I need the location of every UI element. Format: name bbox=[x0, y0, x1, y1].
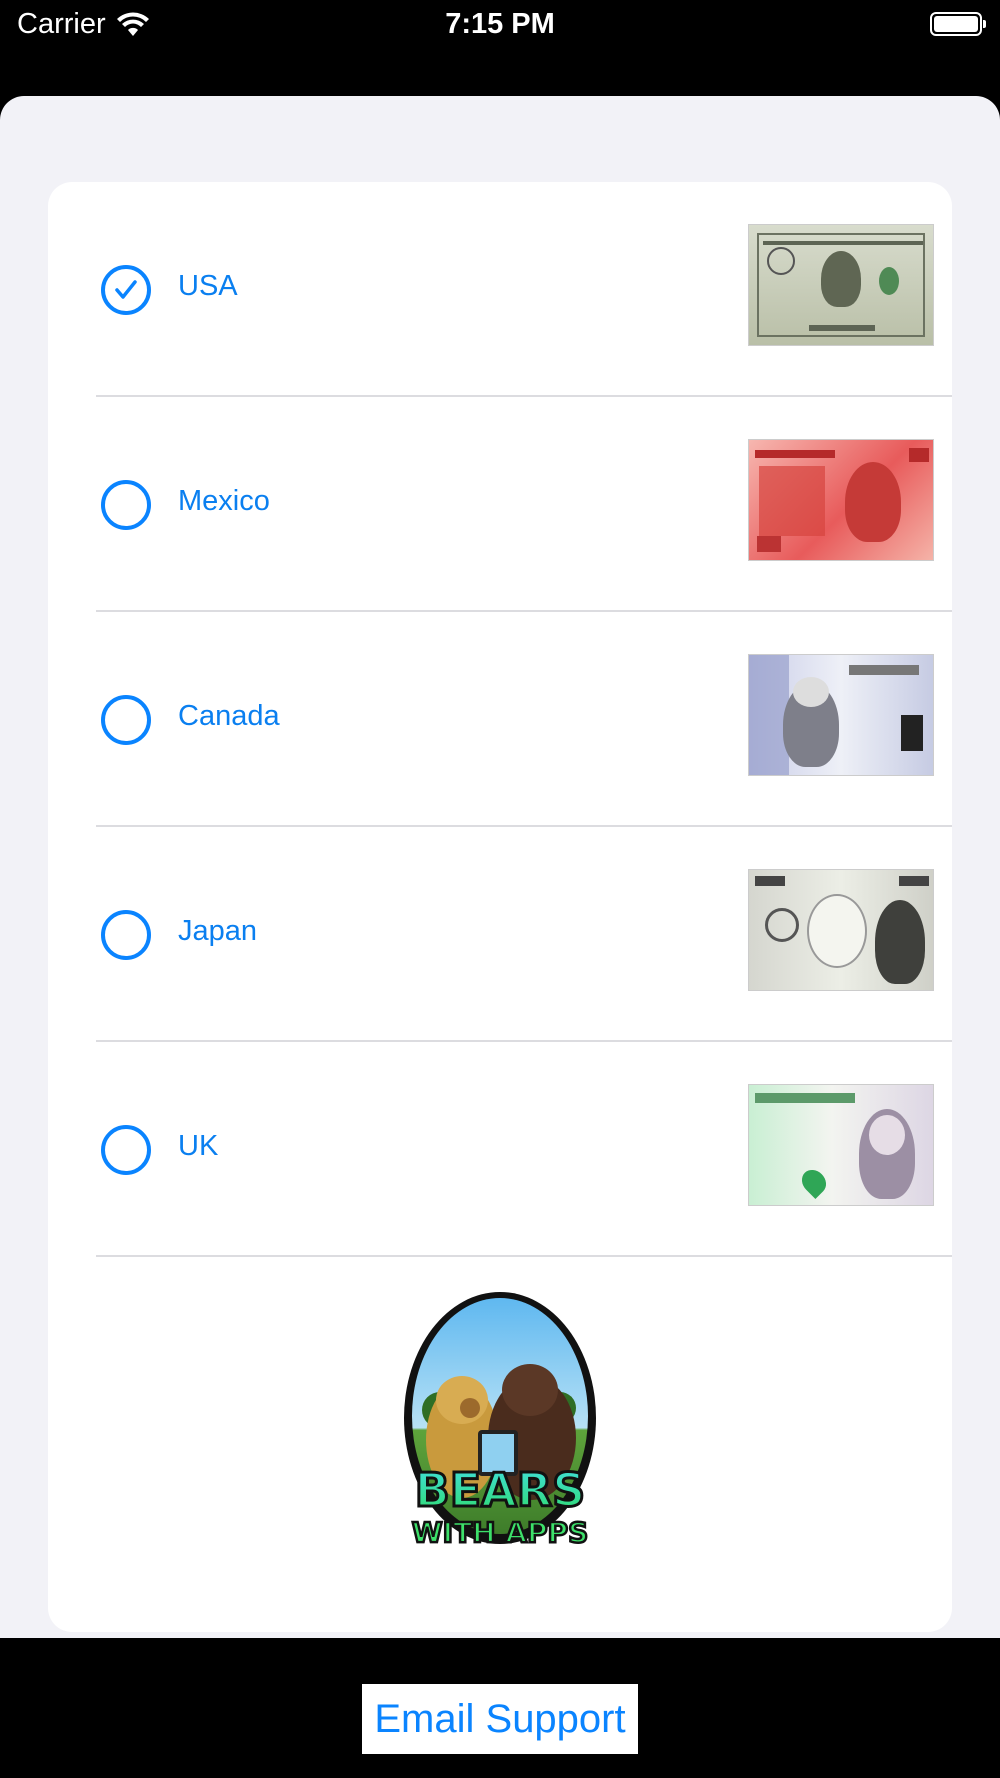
country-label: Mexico bbox=[178, 485, 270, 517]
bears-with-apps-logo: BEARS WITH APPS bbox=[400, 1290, 600, 1560]
japanese-yen-bill-image bbox=[748, 869, 934, 991]
radio-checked-icon[interactable] bbox=[101, 265, 151, 315]
country-list-card: USA Mexico Canada Japan UK BEARS WITH AP… bbox=[48, 182, 952, 1632]
country-row-japan[interactable]: Japan bbox=[48, 827, 952, 1042]
mexican-peso-bill-image bbox=[748, 439, 934, 561]
status-bar: Carrier 7:15 PM bbox=[0, 0, 1000, 52]
radio-unchecked-icon[interactable] bbox=[101, 910, 151, 960]
row-divider bbox=[96, 1255, 952, 1257]
canadian-dollar-bill-image bbox=[748, 654, 934, 776]
country-row-uk[interactable]: UK bbox=[48, 1042, 952, 1257]
british-pound-bill-image bbox=[748, 1084, 934, 1206]
country-label: Japan bbox=[178, 915, 258, 947]
country-row-canada[interactable]: Canada bbox=[48, 612, 952, 827]
email-support-button[interactable]: Email Support bbox=[362, 1684, 638, 1754]
radio-unchecked-icon[interactable] bbox=[101, 480, 151, 530]
country-label: UK bbox=[178, 1130, 219, 1162]
logo-line2: WITH APPS bbox=[412, 1516, 588, 1549]
logo-line1: BEARS bbox=[415, 1463, 586, 1517]
radio-unchecked-icon[interactable] bbox=[101, 695, 151, 745]
modal-sheet: USA Mexico Canada Japan UK BEARS WITH AP… bbox=[0, 96, 1000, 1638]
country-label: USA bbox=[178, 270, 238, 302]
radio-unchecked-icon[interactable] bbox=[101, 1125, 151, 1175]
country-row-usa[interactable]: USA bbox=[48, 182, 952, 397]
battery-icon bbox=[930, 12, 986, 36]
us-dollar-bill-image bbox=[748, 224, 934, 346]
status-time: 7:15 PM bbox=[445, 8, 555, 40]
country-row-mexico[interactable]: Mexico bbox=[48, 397, 952, 612]
bottom-bar: Email Support bbox=[0, 1638, 1000, 1778]
country-label: Canada bbox=[178, 700, 280, 732]
